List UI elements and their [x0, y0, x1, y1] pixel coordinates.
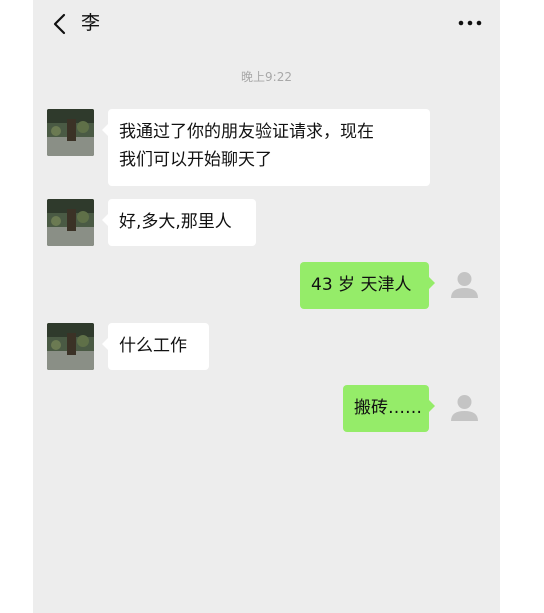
message-text: 搬砖……	[354, 398, 422, 418]
my-avatar[interactable]	[441, 385, 488, 432]
message-bubble-incoming[interactable]: 我通过了你的朋友验证请求，现在 我们可以开始聊天了	[102, 109, 430, 186]
default-user-icon	[451, 272, 478, 298]
message-bubble-incoming[interactable]: 好,多大,那里人	[102, 199, 256, 246]
contact-avatar[interactable]	[47, 199, 94, 246]
message-text: 好,多大,那里人	[119, 212, 232, 232]
avatar-photo-icon	[47, 323, 94, 370]
more-button[interactable]	[458, 14, 482, 32]
message-bubble-outgoing[interactable]: 43 岁 天津人	[300, 262, 435, 309]
message-bubble-outgoing[interactable]: 搬砖……	[343, 385, 435, 432]
message-timestamp: 晚上9:22	[241, 70, 292, 84]
contact-avatar[interactable]	[47, 323, 94, 370]
message-text: 我们可以开始聊天了	[119, 150, 272, 170]
back-button[interactable]	[51, 12, 71, 36]
avatar-photo-icon	[47, 109, 94, 156]
chat-screen: 李 晚上9:22 我通过了你的朋友验证请求，现在 我们可以开始聊天了 好,多大,…	[33, 0, 500, 613]
more-dots-icon	[458, 20, 482, 26]
default-user-icon	[451, 395, 478, 421]
message-text: 什么工作	[119, 336, 187, 356]
message-text: 我通过了你的朋友验证请求，现在	[119, 122, 374, 142]
message-text: 43 岁 天津人	[311, 275, 412, 295]
message-bubble-incoming[interactable]: 什么工作	[102, 323, 209, 370]
chevron-left-icon	[53, 13, 66, 35]
chat-title: 李	[81, 12, 101, 34]
contact-avatar[interactable]	[47, 109, 94, 156]
my-avatar[interactable]	[441, 262, 488, 309]
chat-header: 李	[33, 0, 500, 46]
avatar-photo-icon	[47, 199, 94, 246]
